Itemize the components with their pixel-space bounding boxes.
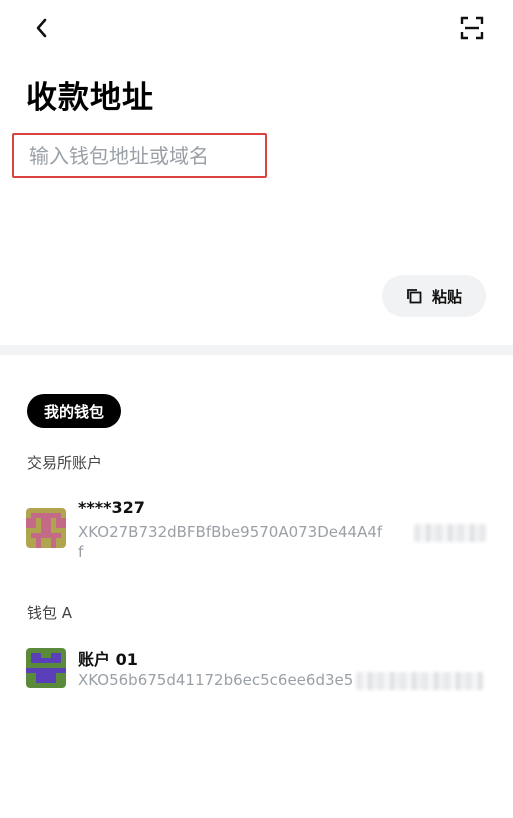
copy-icon xyxy=(407,289,422,304)
page-title: 收款地址 xyxy=(26,80,154,116)
address-input-highlight xyxy=(12,133,280,178)
redaction-blur xyxy=(414,524,486,542)
section-label-exchange: 交易所账户 xyxy=(27,454,103,472)
section-label-wallet-a: 钱包 A xyxy=(27,604,73,622)
back-button[interactable] xyxy=(22,10,62,46)
avatar xyxy=(26,508,66,548)
avatar xyxy=(26,648,66,688)
tab-my-wallet[interactable]: 我的钱包 xyxy=(27,394,121,428)
scan-button[interactable] xyxy=(452,10,492,46)
redaction-blur xyxy=(356,672,484,690)
account-name: 账户 01 xyxy=(78,650,138,669)
chevron-left-icon xyxy=(36,18,47,38)
paste-button[interactable]: 粘贴 xyxy=(382,275,486,317)
paste-label: 粘贴 xyxy=(431,287,462,306)
list-item[interactable]: ****327 XKO27B732dBFBfBbe9570A073De44A4f… xyxy=(26,498,496,562)
scan-frame-icon xyxy=(460,16,484,40)
list-item[interactable]: 账户 01 XKO56b675d41172b6ec5c6ee6d3e5 xyxy=(26,646,496,696)
address-input[interactable] xyxy=(14,135,280,176)
section-divider xyxy=(0,345,513,355)
account-name: ****327 xyxy=(78,498,145,517)
